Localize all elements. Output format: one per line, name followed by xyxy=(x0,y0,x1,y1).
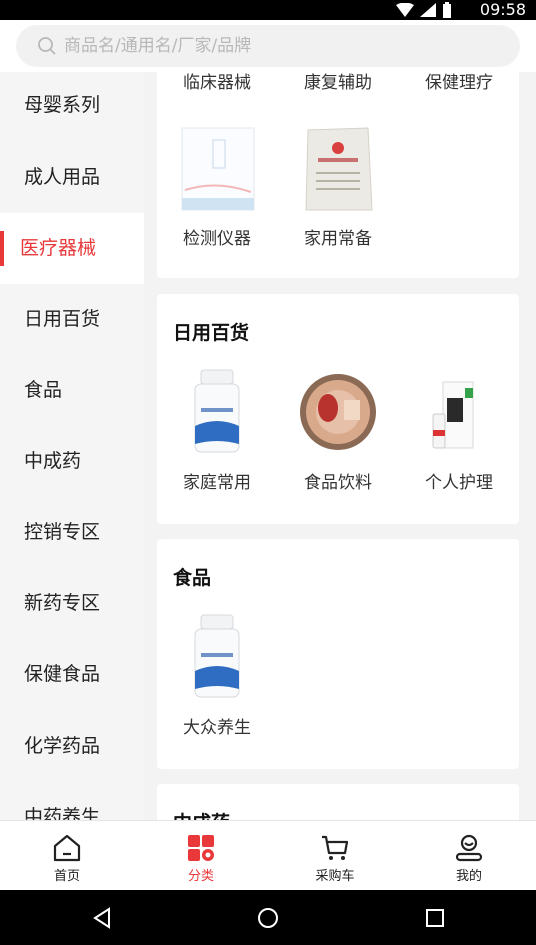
sidebar-item-herbal-wellness[interactable]: 中药养生 xyxy=(0,782,144,820)
product-tile-wellness[interactable]: 大众养生 xyxy=(167,609,267,738)
profile-icon xyxy=(455,834,483,862)
sidebar-item-label: 化学药品 xyxy=(24,735,101,757)
bottom-tab-bar: 首页 分类 采购车 我的 xyxy=(0,820,536,891)
tab-home[interactable]: 首页 xyxy=(0,821,134,891)
sidebar-item-new-drugs[interactable]: 新药专区 xyxy=(0,568,144,639)
personal-care-box-image xyxy=(419,364,499,460)
sidebar-item-adult[interactable]: 成人用品 xyxy=(0,142,144,213)
product-tile-personal-care[interactable]: 个人护理 xyxy=(409,364,509,493)
subcategory-health-therapy[interactable]: 保健理疗 xyxy=(409,72,509,93)
system-nav-bar xyxy=(0,890,536,945)
sidebar-item-label: 成人用品 xyxy=(24,166,101,188)
sidebar-item-tcm[interactable]: 中成药 xyxy=(0,426,144,497)
sidebar-item-maternal[interactable]: 母婴系列 xyxy=(0,72,144,141)
section-tcm: 中成药 xyxy=(157,784,519,820)
sidebar-item-label: 保健食品 xyxy=(24,663,101,685)
section-food: 食品 大众养生 xyxy=(157,539,519,769)
product-label: 检测仪器 xyxy=(183,229,251,249)
product-label: 家庭常用 xyxy=(183,473,251,493)
product-tile-food-drinks[interactable]: 食品饮料 xyxy=(288,364,388,493)
product-label: 个人护理 xyxy=(425,473,493,493)
section-title: 中成药 xyxy=(173,808,230,820)
status-bar: 09:58 xyxy=(0,0,536,20)
tab-category[interactable]: 分类 xyxy=(134,821,268,891)
turtle-jelly-image xyxy=(298,364,378,460)
product-tile-household[interactable]: 家庭常用 xyxy=(167,364,267,493)
sidebar-item-label: 母婴系列 xyxy=(24,94,101,116)
sidebar-item-medical-devices[interactable]: 医疗器械 xyxy=(0,213,144,284)
product-tile-test-instruments[interactable]: 检测仪器 xyxy=(167,120,267,249)
section-title: 日用百货 xyxy=(173,322,250,344)
status-time: 09:58 xyxy=(479,0,526,19)
home-icon xyxy=(53,834,81,862)
test-strip-box-image xyxy=(177,120,257,216)
product-label: 家用常备 xyxy=(304,229,372,249)
tab-label: 首页 xyxy=(53,869,80,884)
tab-label: 我的 xyxy=(455,869,482,884)
search-input[interactable]: 商品名/通用名/厂家/品牌 xyxy=(16,25,520,67)
search-placeholder: 商品名/通用名/厂家/品牌 xyxy=(64,36,252,56)
signal-icon xyxy=(420,3,436,17)
sidebar-item-label: 日用百货 xyxy=(24,308,101,330)
category-icon xyxy=(188,835,214,861)
product-tile-home-essentials[interactable]: 家用常备 xyxy=(288,120,388,249)
search-bar: 商品名/通用名/厂家/品牌 xyxy=(0,20,536,72)
sidebar-item-food[interactable]: 食品 xyxy=(0,355,144,426)
sidebar-item-daily-goods[interactable]: 日用百货 xyxy=(0,284,144,355)
sidebar-item-controlled-sales[interactable]: 控销专区 xyxy=(0,497,144,568)
search-icon xyxy=(38,37,56,55)
sidebar-item-label: 医疗器械 xyxy=(20,237,97,259)
back-icon[interactable] xyxy=(92,907,112,929)
product-label: 食品饮料 xyxy=(304,473,372,493)
tab-label: 分类 xyxy=(187,869,214,884)
battery-icon xyxy=(443,2,451,18)
sidebar-item-health-food[interactable]: 保健食品 xyxy=(0,639,144,710)
sidebar-item-label: 控销专区 xyxy=(24,521,101,543)
category-content: 临床器械 康复辅助 保健理疗 检测仪器 家用常备 日用百货 家庭常用 食品饮料 … xyxy=(144,72,536,820)
sidebar-item-label: 新药专区 xyxy=(24,592,101,614)
home-circle-icon[interactable] xyxy=(257,907,279,929)
section-medical-devices: 临床器械 康复辅助 保健理疗 检测仪器 家用常备 xyxy=(157,72,519,278)
sidebar-item-label: 食品 xyxy=(24,379,63,401)
category-sidebar: 母婴系列 成人用品 医疗器械 日用百货 食品 中成药 控销专区 新药专区 保健食… xyxy=(0,72,144,820)
medical-packet-image xyxy=(298,120,378,216)
tab-cart[interactable]: 采购车 xyxy=(268,821,402,891)
section-title: 食品 xyxy=(173,567,212,589)
recents-square-icon[interactable] xyxy=(425,908,445,928)
wifi-icon xyxy=(396,3,414,17)
subcategory-rehab-aids[interactable]: 康复辅助 xyxy=(288,72,388,93)
pill-bottle-image xyxy=(177,609,257,705)
sidebar-item-label: 中成药 xyxy=(24,450,82,472)
pill-bottle-image xyxy=(177,364,257,460)
status-icons xyxy=(396,2,452,18)
tab-label: 采购车 xyxy=(315,869,355,884)
section-daily-goods: 日用百货 家庭常用 食品饮料 个人护理 xyxy=(157,294,519,524)
product-label: 大众养生 xyxy=(183,718,251,738)
tab-profile[interactable]: 我的 xyxy=(402,821,536,891)
sidebar-item-label: 中药养生 xyxy=(24,806,101,820)
sidebar-item-chemical-drugs[interactable]: 化学药品 xyxy=(0,711,144,782)
subcategory-clinical-devices[interactable]: 临床器械 xyxy=(167,72,267,93)
cart-icon xyxy=(322,835,349,860)
